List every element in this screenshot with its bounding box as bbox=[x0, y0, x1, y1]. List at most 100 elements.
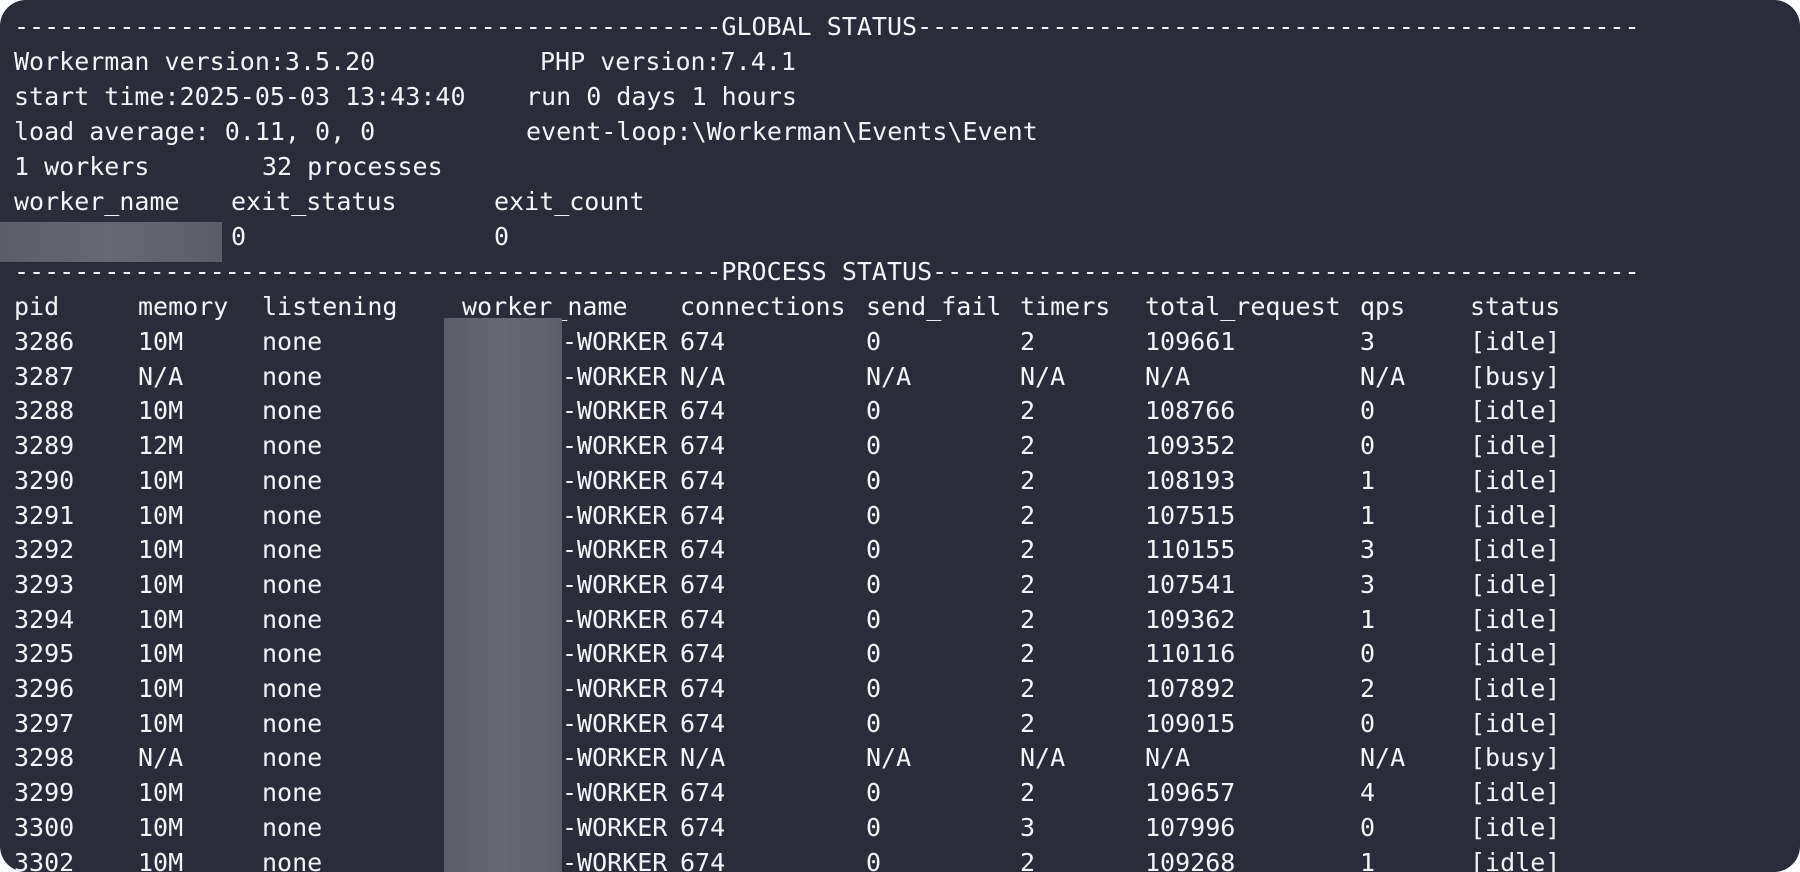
cell-total-request: N/A bbox=[1145, 361, 1191, 391]
cell-timers: 2 bbox=[1020, 604, 1036, 634]
cell-pid: 3289 bbox=[14, 431, 75, 461]
cell-status: [idle] bbox=[1470, 465, 1561, 495]
cell-send-fail: N/A bbox=[866, 361, 912, 391]
cell-timers: N/A bbox=[1020, 361, 1066, 391]
cell-send-fail: 0 bbox=[866, 812, 882, 842]
cell-connections: 674 bbox=[680, 847, 726, 872]
cell-total-request: 108766 bbox=[1145, 396, 1236, 426]
cell-worker-name: -WORKER bbox=[562, 431, 668, 461]
cell-listening: none bbox=[262, 743, 323, 773]
process-status-separator: ----------------------------------------… bbox=[14, 257, 1640, 286]
cell-qps: 1 bbox=[1360, 465, 1376, 495]
start-time: start time:2025-05-03 13:43:40 bbox=[14, 82, 466, 111]
cell-status: [idle] bbox=[1470, 535, 1561, 565]
cell-total-request: 107996 bbox=[1145, 812, 1236, 842]
cell-status: [idle] bbox=[1470, 639, 1561, 669]
cell-memory: 10M bbox=[138, 674, 184, 703]
cell-pid: 3295 bbox=[14, 639, 75, 669]
cell-pid: 3287 bbox=[14, 361, 75, 391]
cell-worker-name: -WORKER bbox=[562, 465, 668, 495]
cell-status: [busy] bbox=[1470, 361, 1561, 391]
cell-pid: 3290 bbox=[14, 465, 75, 495]
cell-qps: 1 bbox=[1360, 847, 1376, 872]
cell-worker-name: -WORKER bbox=[562, 500, 668, 530]
cell-connections: 674 bbox=[680, 431, 726, 461]
cell-total-request: 109362 bbox=[1145, 604, 1236, 634]
cell-status: [idle] bbox=[1470, 708, 1561, 738]
header-connections: connections bbox=[680, 292, 846, 321]
cell-worker-name: -WORKER bbox=[562, 708, 668, 738]
cell-total-request: 109661 bbox=[1145, 327, 1236, 356]
cell-worker-name: -WORKER bbox=[562, 812, 668, 842]
workers-count: 1 workers bbox=[14, 152, 150, 181]
cell-memory: 10M bbox=[138, 535, 184, 565]
cell-qps: 1 bbox=[1360, 500, 1376, 530]
cell-connections: 674 bbox=[680, 465, 726, 495]
cell-listening: none bbox=[262, 812, 323, 842]
cell-timers: 2 bbox=[1020, 674, 1036, 703]
cell-connections: 674 bbox=[680, 535, 726, 565]
cell-connections: 674 bbox=[680, 639, 726, 669]
cell-worker-name: -WORKER bbox=[562, 847, 668, 872]
cell-listening: none bbox=[262, 431, 323, 461]
cell-memory: 10M bbox=[138, 778, 184, 808]
cell-worker-name: -WORKER bbox=[562, 569, 668, 599]
cell-connections: 674 bbox=[680, 812, 726, 842]
cell-total-request: N/A bbox=[1145, 743, 1191, 773]
cell-qps: 0 bbox=[1360, 639, 1376, 669]
cell-qps: N/A bbox=[1360, 361, 1406, 391]
cell-qps: 1 bbox=[1360, 604, 1376, 634]
workerman-version: Workerman version:3.5.20 bbox=[14, 47, 376, 76]
cell-worker-name: -WORKER bbox=[562, 604, 668, 634]
cell-timers: 2 bbox=[1020, 778, 1036, 808]
cell-worker-name: -WORKER bbox=[562, 743, 668, 773]
cell-total-request: 107892 bbox=[1145, 674, 1236, 703]
cell-qps: 3 bbox=[1360, 569, 1376, 599]
cell-memory: 10M bbox=[138, 396, 184, 426]
cell-send-fail: 0 bbox=[866, 604, 882, 634]
exit-header-exit-count: exit_count bbox=[494, 187, 645, 216]
cell-connections: 674 bbox=[680, 569, 726, 599]
cell-total-request: 110116 bbox=[1145, 639, 1236, 669]
cell-memory: 10M bbox=[138, 847, 184, 872]
cell-total-request: 107515 bbox=[1145, 500, 1236, 530]
header-listening: listening bbox=[262, 292, 398, 321]
cell-timers: 2 bbox=[1020, 847, 1036, 872]
cell-status: [idle] bbox=[1470, 674, 1561, 703]
cell-listening: none bbox=[262, 327, 323, 356]
header-timers: timers bbox=[1020, 292, 1111, 321]
cell-qps: 0 bbox=[1360, 708, 1376, 738]
cell-status: [idle] bbox=[1470, 431, 1561, 461]
cell-send-fail: 0 bbox=[866, 535, 882, 565]
exit-header-worker-name: worker_name bbox=[14, 187, 180, 216]
header-memory: memory bbox=[138, 292, 229, 321]
cell-worker-name: -WORKER bbox=[562, 778, 668, 808]
terminal-window[interactable]: ----------------------------------------… bbox=[0, 0, 1800, 872]
load-average: load average: 0.11, 0, 0 bbox=[14, 117, 376, 146]
cell-total-request: 108193 bbox=[1145, 465, 1236, 495]
cell-pid: 3302 bbox=[14, 847, 75, 872]
cell-qps: 3 bbox=[1360, 535, 1376, 565]
php-version: PHP version:7.4.1 bbox=[540, 47, 796, 76]
cell-connections: 674 bbox=[680, 396, 726, 426]
cell-timers: N/A bbox=[1020, 743, 1066, 773]
header-status: status bbox=[1470, 292, 1561, 321]
cell-status: [idle] bbox=[1470, 812, 1561, 842]
cell-timers: 2 bbox=[1020, 639, 1036, 669]
cell-total-request: 110155 bbox=[1145, 535, 1236, 565]
cell-total-request: 109657 bbox=[1145, 778, 1236, 808]
cell-timers: 2 bbox=[1020, 431, 1036, 461]
cell-pid: 3299 bbox=[14, 778, 75, 808]
cell-send-fail: 0 bbox=[866, 569, 882, 599]
header-total-request: total_request bbox=[1145, 292, 1341, 321]
cell-worker-name: -WORKER bbox=[562, 327, 668, 356]
cell-qps: 0 bbox=[1360, 431, 1376, 461]
cell-total-request: 109352 bbox=[1145, 431, 1236, 461]
cell-memory: 10M bbox=[138, 465, 184, 495]
cell-memory: 10M bbox=[138, 569, 184, 599]
cell-listening: none bbox=[262, 639, 323, 669]
cell-send-fail: 0 bbox=[866, 847, 882, 872]
cell-send-fail: 0 bbox=[866, 431, 882, 461]
cell-timers: 3 bbox=[1020, 812, 1036, 842]
cell-status: [idle] bbox=[1470, 569, 1561, 599]
